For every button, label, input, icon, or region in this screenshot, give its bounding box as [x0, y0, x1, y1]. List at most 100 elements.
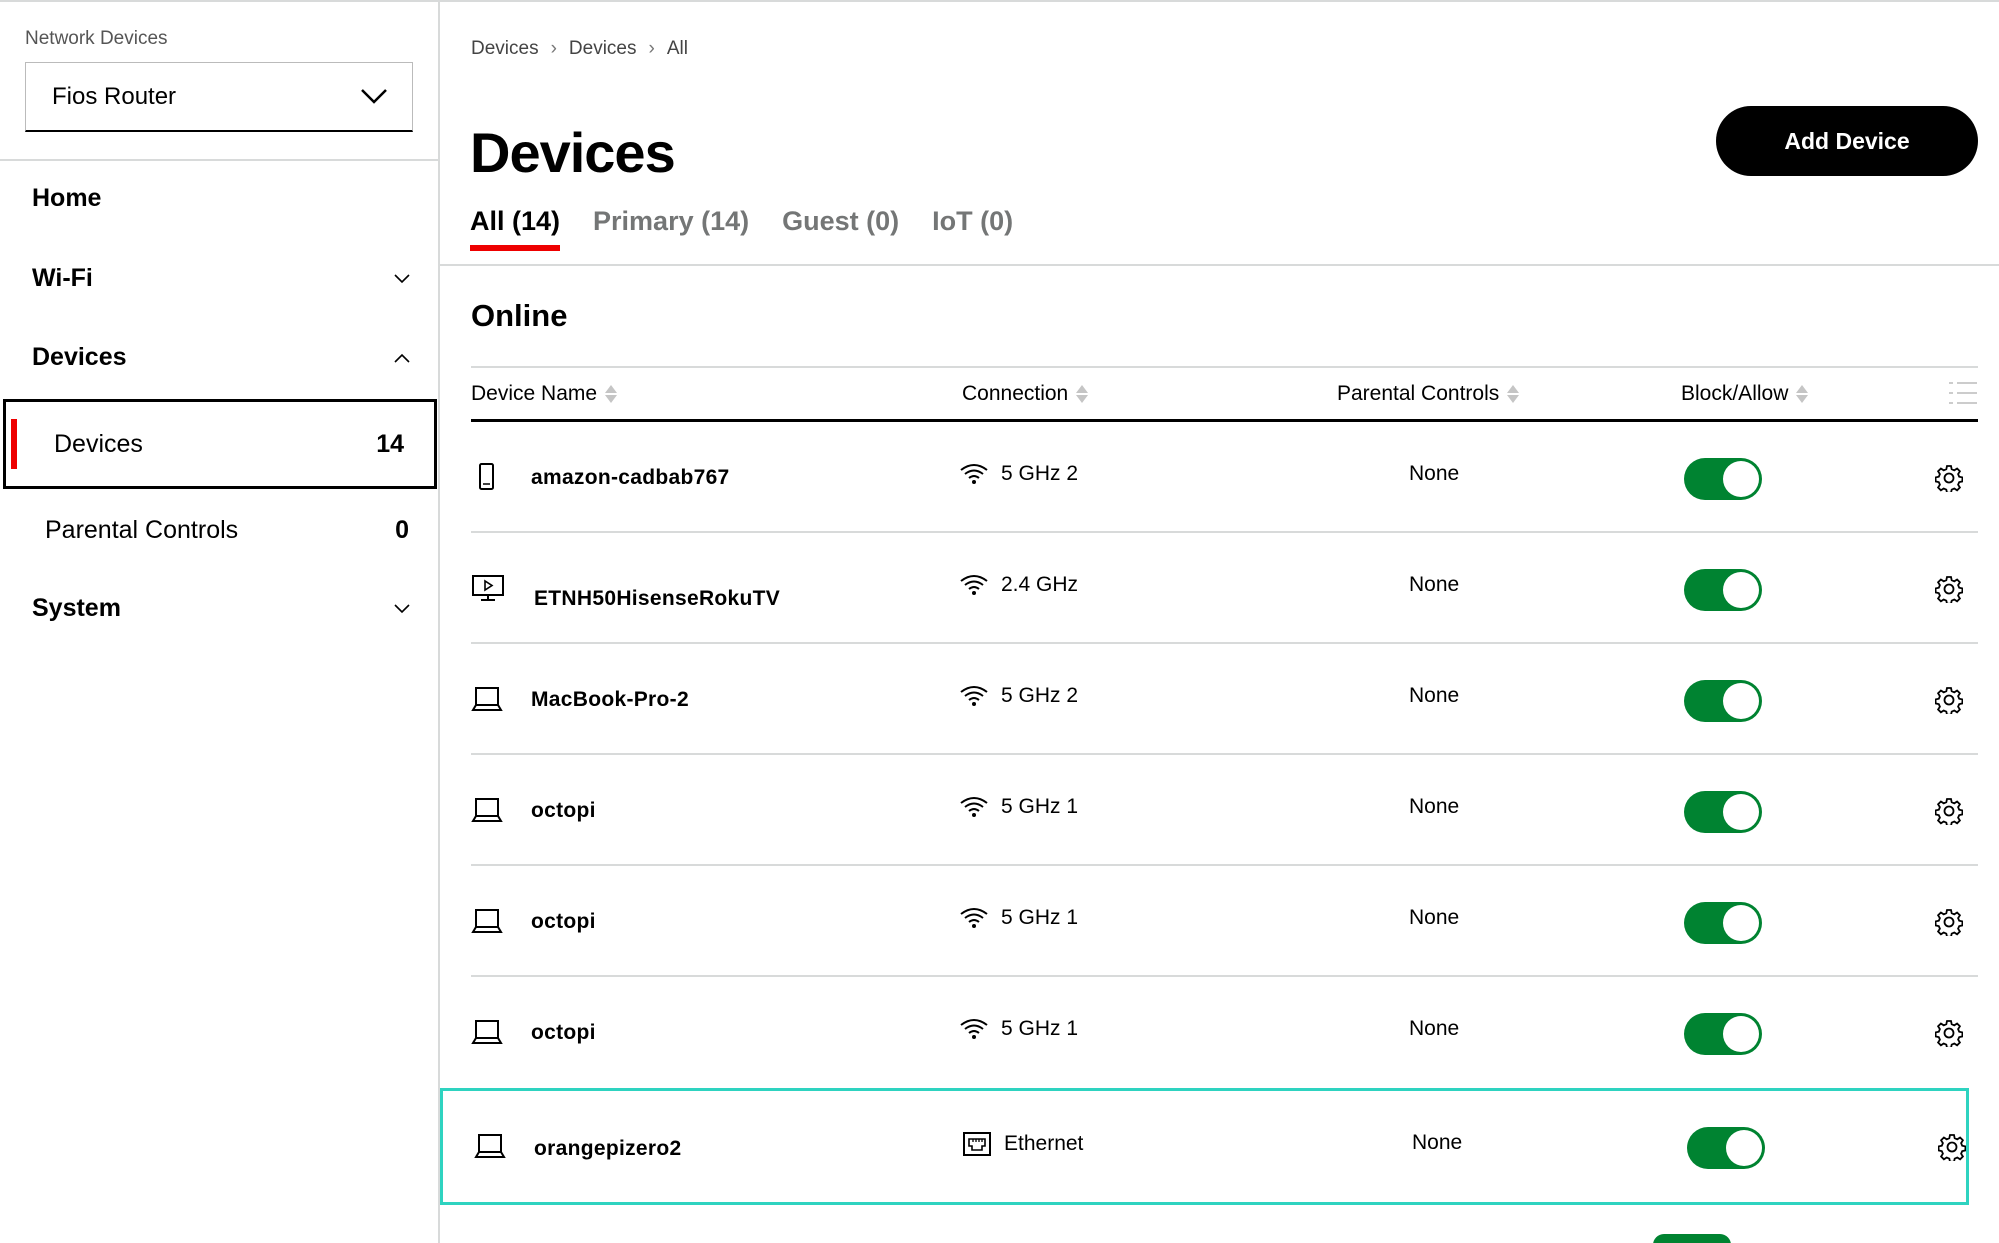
block-allow-toggle[interactable]: [1684, 1013, 1762, 1055]
block-allow-toggle[interactable]: [1687, 1127, 1765, 1169]
connection-value: 5 GHz 1: [1001, 1017, 1079, 1040]
connection-cell: 5 GHz 2: [959, 462, 1078, 486]
connection-cell: 5 GHz 1: [959, 906, 1078, 930]
table-row[interactable]: octopi 5 GHz 1 None: [471, 977, 1978, 1088]
sidebar-item-system[interactable]: System: [32, 594, 412, 623]
parental-controls-value: None: [1409, 573, 1460, 596]
parental-controls-value: None: [1409, 906, 1460, 929]
chevron-right-icon: ›: [550, 38, 557, 59]
device-name[interactable]: amazon-cadbab767: [531, 466, 730, 490]
wifi-icon: [960, 464, 988, 484]
block-allow-toggle[interactable]: [1684, 902, 1762, 944]
table-row[interactable]: octopi 5 GHz 1 None: [471, 866, 1978, 977]
chevron-down-icon: [394, 603, 410, 613]
parental-controls-value: None: [1409, 1017, 1460, 1040]
column-header-connection[interactable]: Connection: [962, 382, 1089, 406]
gear-icon[interactable]: [1935, 464, 1963, 492]
phone-icon: [479, 463, 494, 490]
parental-controls-value: None: [1409, 795, 1460, 818]
column-header-label: Device Name: [471, 382, 598, 405]
device-name[interactable]: octopi: [531, 910, 596, 934]
tab-iot[interactable]: IoT (0): [932, 206, 1013, 251]
sidebar-item-home[interactable]: Home: [32, 184, 412, 213]
connection-value: 5 GHz 2: [1001, 684, 1079, 707]
chevron-right-icon: ›: [648, 38, 655, 59]
block-allow-toggle[interactable]: [1684, 680, 1762, 722]
column-header-label: Connection: [962, 382, 1069, 405]
table-header: Device Name Connection Parental Controls…: [471, 366, 1978, 422]
connection-cell: Ethernet: [962, 1131, 1083, 1157]
sidebar-subitem-devices[interactable]: Devices 14: [3, 399, 437, 489]
laptop-icon: [471, 909, 503, 933]
gear-icon[interactable]: [1938, 1133, 1966, 1161]
device-name[interactable]: orangepizero2: [534, 1137, 681, 1161]
add-device-button[interactable]: Add Device: [1716, 106, 1978, 176]
column-header-device-name[interactable]: Device Name: [471, 382, 618, 406]
tab-guest[interactable]: Guest (0): [782, 206, 899, 251]
section-title-online: Online: [471, 298, 568, 333]
sidebar-subitem-label: Devices: [54, 429, 143, 458]
wifi-icon: [960, 1019, 988, 1039]
gear-icon[interactable]: [1935, 575, 1963, 603]
sidebar-subitem-label: Parental Controls: [45, 515, 239, 544]
connection-cell: 5 GHz 1: [959, 795, 1078, 819]
sidebar-item-wifi[interactable]: Wi-Fi: [32, 264, 412, 293]
gear-icon[interactable]: [1935, 1019, 1963, 1047]
column-header-block-allow[interactable]: Block/Allow: [1681, 382, 1809, 406]
sidebar-item-devices[interactable]: Devices: [32, 343, 412, 372]
connection-cell: 2.4 GHz: [959, 573, 1078, 597]
table-row[interactable]: octopi 5 GHz 1 None: [471, 755, 1978, 866]
column-header-parental-controls[interactable]: Parental Controls: [1337, 382, 1520, 406]
devices-table: Device Name Connection Parental Controls…: [440, 366, 1999, 1205]
breadcrumb-link[interactable]: Devices: [569, 38, 637, 60]
breadcrumb-current: All: [666, 38, 688, 59]
table-row-highlighted[interactable]: orangepizero2 Ethernet None: [440, 1088, 1969, 1205]
connection-value: Ethernet: [1004, 1132, 1084, 1155]
laptop-icon: [471, 1020, 503, 1044]
block-allow-toggle[interactable]: [1684, 791, 1762, 833]
parental-count-badge: 0: [395, 515, 409, 544]
breadcrumb-link[interactable]: Devices: [471, 38, 539, 60]
network-devices-label: Network Devices: [25, 28, 168, 49]
sort-icon: [605, 385, 618, 403]
sidebar-item-label: Wi-Fi: [32, 264, 93, 292]
sidebar-item-label: Home: [32, 184, 102, 212]
tabs-divider: [440, 264, 1999, 266]
parental-controls-value: None: [1409, 684, 1460, 707]
connection-value: 5 GHz 2: [1001, 462, 1079, 485]
sort-icon: [1796, 385, 1809, 403]
breadcrumb: Devices › Devices › All: [471, 38, 688, 60]
table-row[interactable]: MacBook-Pro-2 5 GHz 2 None: [471, 644, 1978, 755]
column-settings-icon[interactable]: [1948, 380, 1978, 406]
block-allow-toggle[interactable]: [1684, 458, 1762, 500]
sort-icon: [1076, 385, 1089, 403]
gear-icon[interactable]: [1935, 686, 1963, 714]
block-allow-toggle[interactable]: [1684, 569, 1762, 611]
connection-value: 2.4 GHz: [1001, 573, 1079, 596]
tab-all[interactable]: All (14): [470, 206, 561, 251]
ethernet-icon: [963, 1132, 991, 1156]
device-name[interactable]: octopi: [531, 1021, 596, 1045]
sidebar-subitem-parental-controls[interactable]: Parental Controls 0: [45, 510, 409, 550]
sidebar-item-label: Devices: [32, 343, 127, 371]
parental-controls-value: None: [1409, 462, 1460, 485]
device-name[interactable]: MacBook-Pro-2: [531, 688, 689, 712]
table-row[interactable]: ETNH50HisenseRokuTV 2.4 GHz None: [471, 533, 1978, 644]
main-content: Devices › Devices › All Devices Add Devi…: [440, 0, 1999, 1243]
device-name[interactable]: octopi: [531, 799, 596, 823]
gear-icon[interactable]: [1935, 908, 1963, 936]
gear-icon[interactable]: [1935, 797, 1963, 825]
device-name[interactable]: ETNH50HisenseRokuTV: [534, 587, 780, 611]
chevron-up-icon: [394, 353, 410, 363]
block-allow-toggle-partial[interactable]: [1653, 1234, 1731, 1243]
chevron-down-icon: [361, 89, 387, 104]
page-title: Devices: [470, 121, 676, 184]
parental-controls-value: None: [1412, 1131, 1463, 1154]
table-row[interactable]: amazon-cadbab767 5 GHz 2 None: [471, 422, 1978, 533]
sidebar: Network Devices Fios Router Home Wi-Fi D…: [0, 0, 440, 1243]
laptop-icon: [474, 1134, 506, 1158]
tab-primary[interactable]: Primary (14): [593, 206, 749, 251]
router-select[interactable]: Fios Router: [25, 62, 413, 132]
devices-count-badge: 14: [376, 429, 404, 458]
column-header-label: Parental Controls: [1337, 382, 1500, 405]
